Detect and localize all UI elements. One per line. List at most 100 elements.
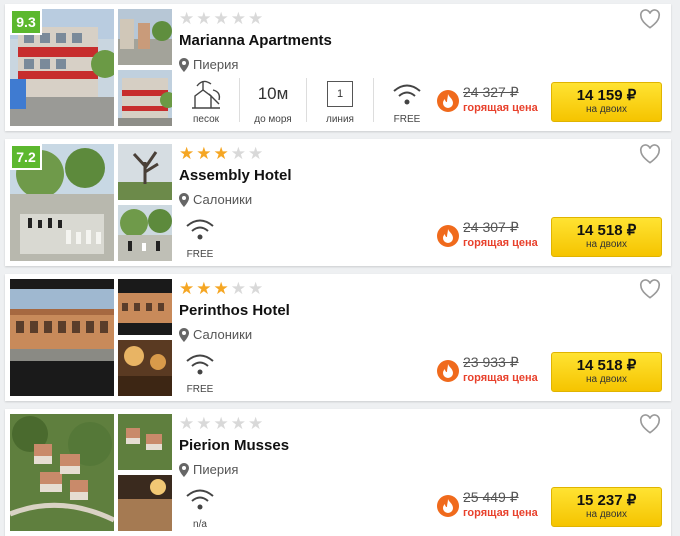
hot-price-label: горящая цена <box>463 237 538 249</box>
hotel-photo-main[interactable] <box>10 414 114 531</box>
star-empty-icon: ★ <box>179 414 195 434</box>
hotel-location: Пиерия <box>179 462 238 477</box>
price-subtitle: на двоих <box>585 239 628 250</box>
amenity-wifi: n/a <box>179 483 221 530</box>
hotel-card[interactable]: ★ ★ ★ ★ ★ Perinthos Hotel Салоники FREE 23 9… <box>5 274 671 401</box>
star-rating: ★ ★ ★ ★ ★ <box>179 11 263 28</box>
star-rating: ★ ★ ★ ★ ★ <box>179 281 263 298</box>
favorite-heart-icon[interactable] <box>639 279 661 299</box>
hotel-card[interactable]: ★ ★ ★ ★ ★ Pierion Musses Пиерия n/a 25 449 ₽… <box>5 409 671 536</box>
hotel-photo-thumb[interactable] <box>118 279 172 335</box>
star-empty-icon: ★ <box>248 279 264 299</box>
location-pin-icon <box>179 462 189 477</box>
hotel-name[interactable]: Assembly Hotel <box>179 167 292 184</box>
old-price: 25 449 ₽ <box>463 489 519 505</box>
amenities-row: FREE <box>179 348 221 395</box>
star-empty-icon: ★ <box>179 9 195 29</box>
wifi-icon <box>186 354 214 375</box>
amenities-row: FREE <box>179 213 221 260</box>
rating-badge: 9.3 <box>10 9 42 35</box>
price-button[interactable]: 14 518 ₽ на двоих <box>551 217 662 257</box>
hot-price-label: горящая цена <box>463 507 538 519</box>
star-empty-icon: ★ <box>230 144 246 164</box>
location-label: Салоники <box>193 192 253 207</box>
hotel-photo-thumb[interactable] <box>118 340 172 396</box>
hotel-location: Пиерия <box>179 57 238 72</box>
hotel-photo-thumb[interactable] <box>118 144 172 200</box>
hotel-photo-main[interactable] <box>10 279 114 396</box>
hot-price-flame-icon <box>437 225 459 247</box>
amenity-line: 1 линия <box>313 78 367 125</box>
amenities-row: n/a <box>179 483 221 530</box>
price-subtitle: на двоих <box>585 104 628 115</box>
old-price: 23 933 ₽ <box>463 354 519 370</box>
star-empty-icon: ★ <box>213 414 229 434</box>
star-rating: ★ ★ ★ ★ ★ <box>179 146 263 163</box>
hotel-name[interactable]: Perinthos Hotel <box>179 302 290 319</box>
hot-price-flame-icon <box>437 90 459 112</box>
price-button[interactable]: 14 518 ₽ на двоих <box>551 352 662 392</box>
price-value: 14 518 ₽ <box>576 357 637 374</box>
hotel-card[interactable]: 9.3 ★★★★★ Marianna Apartments Пиерия <box>5 4 671 131</box>
star-filled-icon: ★ <box>179 279 195 299</box>
star-filled-icon: ★ <box>196 144 212 164</box>
price-value: 15 237 ₽ <box>576 492 637 509</box>
location-pin-icon <box>179 57 189 72</box>
wifi-label: FREE <box>186 249 214 260</box>
star-filled-icon: ★ <box>213 279 229 299</box>
price-subtitle: на двоих <box>585 509 628 520</box>
star-empty-icon: ★ <box>230 9 246 29</box>
star-empty-icon: ★ <box>248 144 264 164</box>
amenity-wifi: FREE <box>380 78 434 125</box>
hotel-card[interactable]: 7.2 ★ ★ ★ ★ ★ Assembly Hotel Салоники FR… <box>5 139 671 266</box>
divider <box>373 78 374 122</box>
distance-label: до моря <box>254 114 292 125</box>
favorite-heart-icon[interactable] <box>639 144 661 164</box>
hotel-location: Салоники <box>179 192 252 207</box>
hotel-photo-thumb[interactable] <box>118 70 172 126</box>
favorite-heart-icon[interactable] <box>639 9 661 29</box>
star-empty-icon: ★ <box>248 414 264 434</box>
star-empty-icon: ★ <box>230 279 246 299</box>
rating-badge: 7.2 <box>10 144 42 170</box>
hotel-name[interactable]: Marianna Apartments <box>179 32 332 49</box>
amenities-row: песок 10м до моря 1 линия FREE <box>179 78 434 125</box>
location-label: Пиерия <box>193 57 239 72</box>
favorite-heart-icon[interactable] <box>639 414 661 434</box>
hotel-photo-thumb[interactable] <box>118 9 172 65</box>
price-button[interactable]: 14 159 ₽ на двоих <box>551 82 662 122</box>
star-empty-icon: ★ <box>230 414 246 434</box>
old-price: 24 327 ₽ <box>463 84 519 100</box>
hotel-photo-thumb[interactable] <box>118 475 172 531</box>
amenity-distance: 10м до моря <box>246 78 300 125</box>
price-value: 14 159 ₽ <box>576 87 637 104</box>
hotel-name[interactable]: Pierion Musses <box>179 437 289 454</box>
hotel-photo-thumb[interactable] <box>118 414 172 470</box>
line-number-value: 1 <box>336 88 344 100</box>
hot-price-flame-icon <box>437 495 459 517</box>
star-filled-icon: ★ <box>196 279 212 299</box>
hot-price-label: горящая цена <box>463 102 538 114</box>
divider <box>239 78 240 122</box>
star-empty-icon: ★ <box>248 9 264 29</box>
hot-price-flame-icon <box>437 360 459 382</box>
price-button[interactable]: 15 237 ₽ на двоих <box>551 487 662 527</box>
wifi-icon <box>393 84 421 105</box>
amenity-beach-label: песок <box>192 114 220 125</box>
star-empty-icon: ★ <box>196 414 212 434</box>
amenity-beach: песок <box>179 78 233 125</box>
wifi-icon <box>186 489 214 510</box>
wifi-label: FREE <box>393 114 421 125</box>
hot-price-label: горящая цена <box>463 372 538 384</box>
hotel-location: Салоники <box>179 327 252 342</box>
beach-umbrella-icon <box>192 80 221 109</box>
line-label: линия <box>326 114 354 125</box>
price-subtitle: на двоих <box>585 374 628 385</box>
star-rating: ★ ★ ★ ★ ★ <box>179 416 263 433</box>
wifi-icon <box>186 219 214 240</box>
old-price: 24 307 ₽ <box>463 219 519 235</box>
location-label: Салоники <box>193 327 253 342</box>
hotel-photo-thumb[interactable] <box>118 205 172 261</box>
amenity-wifi: FREE <box>179 348 221 395</box>
star-filled-icon: ★ <box>213 144 229 164</box>
